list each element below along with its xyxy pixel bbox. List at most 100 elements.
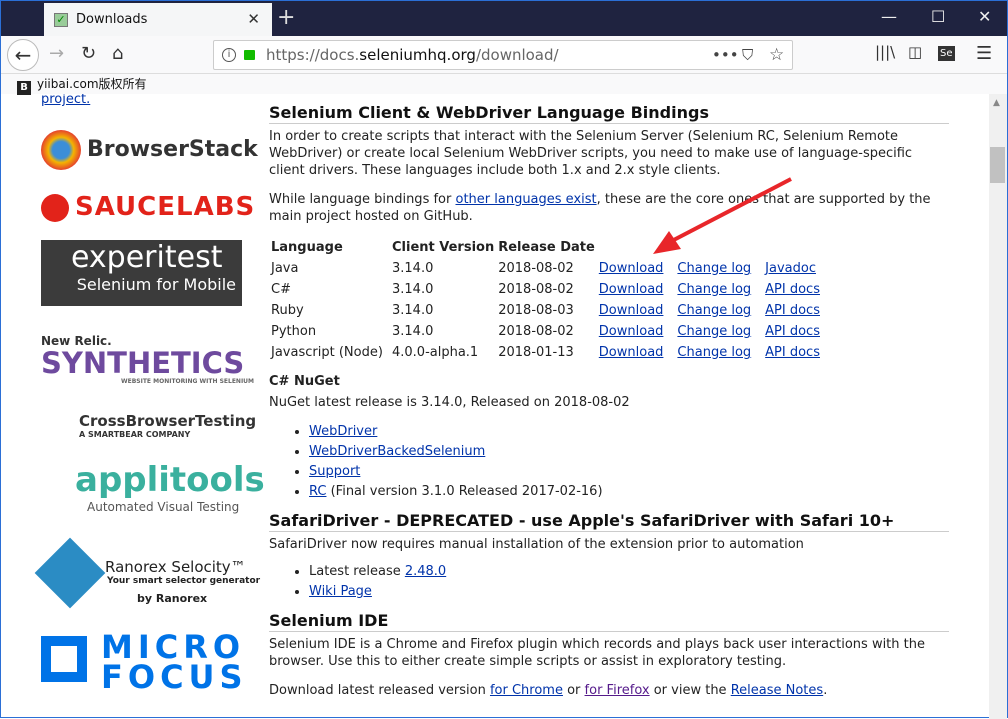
home-button[interactable]: ⌂ (112, 43, 123, 64)
lock-icon (244, 50, 255, 60)
ide-notes-link[interactable]: Release Notes (731, 683, 823, 698)
sidebar-icon[interactable]: ◫ (908, 43, 922, 61)
close-tab-icon[interactable]: ✕ (247, 10, 260, 28)
safari-wiki-link[interactable]: Wiki Page (309, 584, 372, 599)
docs-link-cell: API docs (765, 300, 824, 321)
docs-link-cell: API docs (765, 342, 824, 363)
minimize-button[interactable]: — (881, 7, 897, 26)
table-row: Ruby 3.14.0 2018-08-03 Download Change log AP… (271, 300, 824, 321)
changelog-link[interactable]: Change log (677, 261, 751, 276)
safari-latest-link[interactable]: 2.48.0 (405, 564, 446, 579)
bindings-table: Language Client Version Release Date Java 3… (271, 237, 824, 363)
bindings-note: While language bindings for other langua… (269, 192, 931, 224)
url-prefix: https://docs. (266, 46, 360, 64)
language-cell-cell: C# (271, 282, 291, 297)
changelog-link[interactable]: Change log (677, 303, 751, 318)
table-row: C# 3.14.0 2018-08-02 Download Change log API … (271, 279, 824, 300)
new-tab-button[interactable]: + (277, 5, 295, 30)
download-link[interactable]: Download (599, 261, 664, 276)
menu-icon[interactable]: ☰ (976, 43, 992, 64)
changelog-link[interactable]: Change log (677, 324, 751, 339)
ide-heading: Selenium IDE (269, 612, 949, 632)
logo-microfocus[interactable]: MICRO FOCUS (41, 631, 248, 693)
info-icon[interactable]: i (222, 48, 236, 62)
reload-button[interactable]: ↻ (81, 43, 96, 64)
docs-link[interactable]: API docs (765, 324, 820, 339)
bookmark-star-icon[interactable]: ☆ (769, 41, 784, 69)
tab-downloads[interactable]: ✓ Downloads ✕ (44, 3, 272, 36)
date-cell-cell: 2018-01-13 (498, 345, 574, 360)
ide-text: Selenium IDE is a Chrome and Firefox plu… (269, 637, 925, 669)
bindings-intro: In order to create scripts that interact… (269, 129, 913, 178)
pocket-icon[interactable]: ⛉ (742, 41, 753, 69)
bookmark-icon: B (17, 81, 31, 95)
download-link[interactable]: Download (599, 303, 664, 318)
download-link-cell: Download (599, 342, 678, 363)
language-cell-cell: Javascript (Node) (271, 345, 383, 360)
changelog-link-cell: Change log (677, 279, 765, 300)
version-cell-cell: 4.0.0-alpha.1 (392, 345, 479, 360)
table-row: Python 3.14.0 2018-08-02 Download Change log… (271, 321, 824, 342)
docs-link-cell: Javadoc (765, 258, 824, 279)
safari-list: Latest release 2.48.0 Wiki Page (309, 563, 949, 600)
logo-applitools[interactable]: applitools Automated Visual Testing (41, 460, 265, 514)
main-content: Selenium Client & WebDriver Language Bin… (269, 94, 949, 711)
ide-chrome-link[interactable]: for Chrome (490, 683, 563, 698)
bookmark-item[interactable]: yiibai.com版权所有 (37, 77, 147, 91)
nuget-text: NuGet latest release is 3.14.0, Released… (269, 395, 630, 410)
safari-heading: SafariDriver - DEPRECATED - use Apple's … (269, 512, 949, 532)
docs-link-cell: API docs (765, 321, 824, 342)
library-icon[interactable]: |||\ (875, 43, 895, 61)
nav-bar: ← → ↻ ⌂ i https://docs.seleniumhq.org/do… (1, 36, 1007, 74)
vertical-scrollbar[interactable]: ▲ (989, 94, 1007, 719)
logo-crossbrowsertesting[interactable]: CrossBrowserTesting A SMARTBEAR COMPANY (41, 412, 256, 439)
download-link-cell: Download (599, 279, 678, 300)
changelog-link[interactable]: Change log (677, 345, 751, 360)
nuget-support-link[interactable]: Support (309, 464, 360, 479)
page-actions-icon[interactable]: ••• (712, 41, 739, 69)
docs-link[interactable]: API docs (765, 282, 820, 297)
docs-link-cell: API docs (765, 279, 824, 300)
project-link[interactable]: project. (41, 94, 90, 107)
docs-link[interactable]: API docs (765, 303, 820, 318)
bookmarks-bar: Byiibai.com版权所有 (1, 74, 1007, 95)
download-link[interactable]: Download (599, 282, 664, 297)
nuget-webdriver-link[interactable]: WebDriver (309, 424, 377, 439)
version-cell-cell: 3.14.0 (392, 282, 434, 297)
changelog-link-cell: Change log (677, 321, 765, 342)
nuget-heading: C# NuGet (269, 374, 340, 389)
back-button[interactable]: ← (7, 39, 39, 71)
logo-newrelic[interactable]: New Relic. SYNTHETICS WEBSITE MONITORING W… (41, 334, 254, 385)
docs-link[interactable]: API docs (765, 345, 820, 360)
close-window-button[interactable]: ✕ (978, 7, 991, 26)
logo-ranorex[interactable]: Ranorex Selocity™ Your smart selector gen… (34, 537, 260, 609)
favicon-icon: ✓ (54, 12, 68, 27)
language-cell-cell: Java (271, 261, 299, 276)
download-link[interactable]: Download (599, 345, 664, 360)
logo-browserstack[interactable]: BrowserStack (41, 130, 258, 170)
language-cell-cell: Ruby (271, 303, 304, 318)
nuget-backed-link[interactable]: WebDriverBackedSelenium (309, 444, 485, 459)
scrollbar-thumb[interactable] (990, 147, 1005, 183)
maximize-button[interactable]: ☐ (931, 7, 945, 26)
tab-title: Downloads (76, 12, 148, 27)
title-bar: ✓ Downloads ✕ + — ☐ ✕ (1, 1, 1007, 36)
logo-saucelabs[interactable]: SAUCELABS (41, 192, 255, 222)
other-languages-link[interactable]: other languages exist (455, 192, 596, 207)
url-bar[interactable]: i https://docs.seleniumhq.org/download/ … (213, 40, 793, 70)
selenium-ide-icon[interactable]: Se (938, 46, 955, 61)
forward-button[interactable]: → (49, 43, 64, 64)
download-link[interactable]: Download (599, 324, 664, 339)
download-link-cell: Download (599, 300, 678, 321)
nuget-list: WebDriver WebDriverBackedSelenium Suppor… (309, 423, 949, 500)
changelog-link-cell: Change log (677, 342, 765, 363)
ide-firefox-link[interactable]: for Firefox (585, 683, 650, 698)
docs-link[interactable]: Javadoc (765, 261, 816, 276)
logo-experitest[interactable]: experitest Selenium for Mobile (41, 240, 242, 306)
table-row: Javascript (Node) 4.0.0-alpha.1 2018-01-13… (271, 342, 824, 363)
ide-download: Download latest released version for Chr… (269, 683, 828, 698)
changelog-link[interactable]: Change log (677, 282, 751, 297)
scroll-up-icon[interactable]: ▲ (993, 98, 1000, 108)
version-cell-cell: 3.14.0 (392, 324, 434, 339)
nuget-rc-link[interactable]: RC (309, 484, 326, 499)
